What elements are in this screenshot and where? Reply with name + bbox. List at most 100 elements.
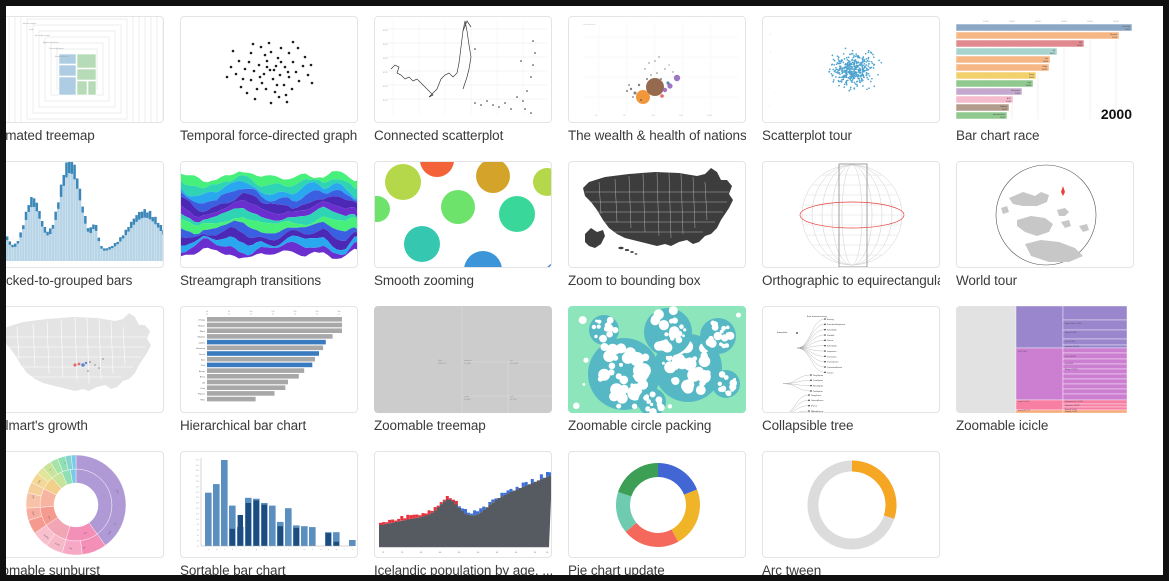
gallery-card-label: Scatterplot tour bbox=[762, 128, 852, 143]
thumbnail-pie-chart-update[interactable] bbox=[568, 451, 746, 558]
svg-text:53,183: 53,183 bbox=[1077, 45, 1082, 47]
svg-text:Parallel: Parallel bbox=[827, 334, 835, 337]
gallery-card-animated-treemap[interactable]: data flare analytics cluster flare.analyt… bbox=[6, 10, 172, 155]
gallery-card-icelandic-population-by-age[interactable]: 75 70 65 60 55 50 45 40 35 30 Icelandic popula… bbox=[366, 445, 560, 578]
thumbnail-wealth-health-of-nations[interactable]: 200 500 1,000 5,000 20,000 Life expectancy bbox=[568, 16, 746, 123]
svg-text:39,048: 39,048 bbox=[1043, 61, 1048, 63]
thumbnail-walmarts-growth[interactable] bbox=[6, 306, 164, 413]
gallery-card-zoom-to-bounding-box[interactable]: Zoom to bounding box bbox=[560, 155, 754, 300]
svg-text:$2.00: $2.00 bbox=[383, 86, 388, 88]
stacked-grouped-bars-figure bbox=[6, 162, 163, 261]
thumbnail-zoomable-sunburst[interactable]: a data vis scale axis util flex query legend tree… bbox=[6, 451, 164, 558]
svg-text:70: 70 bbox=[401, 552, 404, 554]
svg-text:5,000: 5,000 bbox=[679, 115, 683, 117]
thumbnail-world-tour[interactable] bbox=[956, 161, 1134, 268]
svg-text:30: 30 bbox=[546, 552, 549, 554]
svg-text:24%: 24% bbox=[196, 481, 200, 483]
svg-text:Transition: Transition bbox=[827, 355, 837, 358]
gallery-card-connected-scatterplot[interactable]: $4.00 $3.50 $3.00 $2.50 $2.00 $1.50 Connecte… bbox=[366, 10, 560, 155]
gallery-card-scatterplot-tour[interactable]: −2 −1 0 1 2 Scatterplot tour bbox=[754, 10, 948, 155]
thumbnail-zoomable-icicle[interactable]: util 12,052 scale 10,910 query 66,773 Aspec… bbox=[956, 306, 1134, 413]
gallery-card-zoomable-treemap[interactable]: flare 956,129 analytics 71,406 vis 107,088 … bbox=[366, 300, 560, 445]
svg-text:Nokia: Nokia bbox=[1043, 66, 1047, 68]
svg-text:71,406: 71,406 bbox=[464, 363, 471, 365]
svg-text:21,105: 21,105 bbox=[1000, 117, 1005, 119]
thumbnail-icelandic-population-by-age[interactable]: 75 70 65 60 55 50 45 40 35 30 bbox=[374, 451, 552, 558]
thumbnail-zoomable-circle-packing[interactable] bbox=[568, 306, 746, 413]
gallery-card-label: Arc tween bbox=[762, 563, 822, 578]
us-map-dark-figure bbox=[583, 168, 733, 255]
svg-text:analytics: analytics bbox=[464, 359, 473, 362]
svg-text:−2: −2 bbox=[769, 34, 771, 36]
thumbnail-connected-scatterplot[interactable]: $4.00 $3.50 $3.00 $2.50 $2.00 $1.50 bbox=[374, 16, 552, 123]
svg-text:sequence: sequence bbox=[827, 351, 837, 353]
svg-text:b: b bbox=[216, 549, 217, 551]
svg-text:Interpolate: Interpolate bbox=[777, 331, 788, 334]
gallery-card-collapsible-tree[interactable]: Easing FunctionSequence Scheduler Parallel P… bbox=[754, 300, 948, 445]
svg-text:55: 55 bbox=[458, 552, 461, 554]
thumbnail-scatterplot-tour[interactable]: −2 −1 0 1 2 bbox=[762, 16, 940, 123]
gallery-card-orthographic-to-equirectangular[interactable]: Orthographic to equirectangular bbox=[754, 155, 948, 300]
svg-text:LineSprite: LineSprite bbox=[813, 379, 824, 382]
thumbnail-temporal-force-directed-graph[interactable] bbox=[180, 16, 358, 123]
svg-text:20,000: 20,000 bbox=[707, 115, 712, 117]
gallery-card-label: Zoom to bounding box bbox=[568, 273, 701, 288]
svg-text:50: 50 bbox=[477, 552, 480, 554]
thumbnail-stacked-to-grouped-bars[interactable] bbox=[6, 161, 164, 268]
svg-text:20%: 20% bbox=[196, 492, 200, 494]
thumbnail-streamgraph-transitions[interactable] bbox=[180, 161, 358, 268]
svg-text:m: m bbox=[304, 549, 306, 551]
gallery-card-world-tour[interactable]: World tour bbox=[948, 155, 1142, 300]
us-map-light-figure bbox=[6, 313, 151, 391]
svg-text:e: e bbox=[240, 549, 241, 551]
svg-text:26%: 26% bbox=[196, 476, 200, 478]
force-graph-figure bbox=[225, 40, 314, 105]
svg-text:1: 1 bbox=[769, 88, 770, 90]
gallery-card-temporal-force-directed-graph[interactable]: Temporal force-directed graph bbox=[172, 10, 366, 155]
gallery-card-label: World tour bbox=[956, 273, 1018, 288]
thumbnail-collapsible-tree[interactable]: Easing FunctionSequence Scheduler Parallel P… bbox=[762, 306, 940, 413]
gallery-card-label: Icelandic population by age, ... bbox=[374, 563, 552, 578]
thumbnail-hierarchical-bar-chart[interactable]: Omega Shapes Menu Shadow palette Geometry Scen… bbox=[180, 306, 358, 413]
gallery-card-arc-tween[interactable]: Arc tween bbox=[754, 445, 948, 578]
thumbnail-animated-treemap[interactable]: data flare analytics cluster flare.analyt… bbox=[6, 16, 164, 123]
gallery-card-wealth-health-of-nations[interactable]: 200 500 1,000 5,000 20,000 Life expectancy … bbox=[560, 10, 754, 155]
svg-text:Data: Data bbox=[201, 387, 206, 390]
gallery-card-zoomable-circle-packing[interactable]: Zoomable circle packing bbox=[560, 300, 754, 445]
svg-text:35: 35 bbox=[534, 552, 537, 554]
svg-text:Shape 27,550: Shape 27,550 bbox=[1065, 369, 1078, 371]
svg-text:operator 16,129: operator 16,129 bbox=[1065, 345, 1080, 348]
gallery-card-stacked-to-grouped-bars[interactable]: Stacked-to-grouped bars bbox=[6, 155, 172, 300]
svg-text:util 12,052: util 12,052 bbox=[1018, 350, 1028, 353]
sortable-bar-figure: a b c d e f g h i j k l m n o p q r s 0% 2% 4% 6% 8% 10% 12% 14% 16… bbox=[196, 458, 356, 551]
gallery-card-zoomable-sunburst[interactable]: a data vis scale axis util flex query legend tree… bbox=[6, 445, 172, 575]
svg-text:38,528: 38,528 bbox=[1042, 69, 1047, 71]
svg-text:q: q bbox=[336, 549, 337, 551]
gallery-card-sortable-bar-chart[interactable]: a b c d e f g h i j k l m n o p q r s 0% 2% 4% 6% 8% 10% 12% 14% 16… bbox=[172, 445, 366, 575]
svg-text:McDonald's: McDonald's bbox=[1011, 90, 1020, 92]
thumbnail-orthographic-to-equirectangular[interactable] bbox=[762, 161, 940, 268]
svg-text:Microsoft: Microsoft bbox=[1110, 33, 1117, 36]
gallery-card-streamgraph-transitions[interactable]: Streamgraph transitions bbox=[172, 155, 366, 300]
gallery-card-label: Hierarchical bar chart bbox=[180, 418, 307, 433]
gallery-card-label: Connected scatterplot bbox=[374, 128, 504, 143]
thumbnail-smooth-zooming[interactable] bbox=[374, 161, 552, 268]
sunburst-figure: adatavisscaleaxisutilflexquerylegendtree… bbox=[25, 454, 127, 556]
thumbnail-arc-tween[interactable] bbox=[762, 451, 940, 558]
gallery-card-zoomable-icicle[interactable]: util 12,052 scale 10,910 query 66,773 Aspec… bbox=[948, 300, 1142, 445]
thumbnail-zoomable-treemap[interactable]: flare 956,129 analytics 71,406 vis 107,088 … bbox=[374, 306, 552, 413]
gallery-card-hierarchical-bar-chart[interactable]: Omega Shapes Menu Shadow palette Geometry Scen… bbox=[172, 300, 366, 445]
globe-graticule-figure bbox=[799, 163, 905, 267]
gallery-card-bar-chart-race[interactable]: Coca-Cola 72,537 Microsoft 70,196 IBM 53,18… bbox=[948, 10, 1142, 155]
thumbnail-sortable-bar-chart[interactable]: a b c d e f g h i j k l m n o p q r s 0% 2% 4% 6% 8% 10% 12% 14% 16… bbox=[180, 451, 358, 558]
gallery-card-pie-chart-update[interactable]: Pie chart update bbox=[560, 445, 754, 575]
gallery-card-smooth-zooming[interactable]: Smooth zooming bbox=[366, 155, 560, 300]
svg-text:Arrays: Arrays bbox=[199, 370, 205, 373]
animated-treemap-figure: data flare analyticscluster flare.analyt… bbox=[8, 17, 163, 122]
gallery-card-walmarts-growth[interactable]: Walmart's growth bbox=[6, 300, 172, 445]
thumbnail-zoom-to-bounding-box[interactable] bbox=[568, 161, 746, 268]
thumbnail-bar-chart-race[interactable]: Coca-Cola 72,537 Microsoft 70,196 IBM 53,18… bbox=[956, 16, 1134, 123]
svg-text:NBodyForce: NBodyForce bbox=[811, 410, 824, 413]
svg-text:Life expectancy: Life expectancy bbox=[583, 23, 596, 26]
gallery-empty-slot bbox=[948, 445, 1142, 575]
